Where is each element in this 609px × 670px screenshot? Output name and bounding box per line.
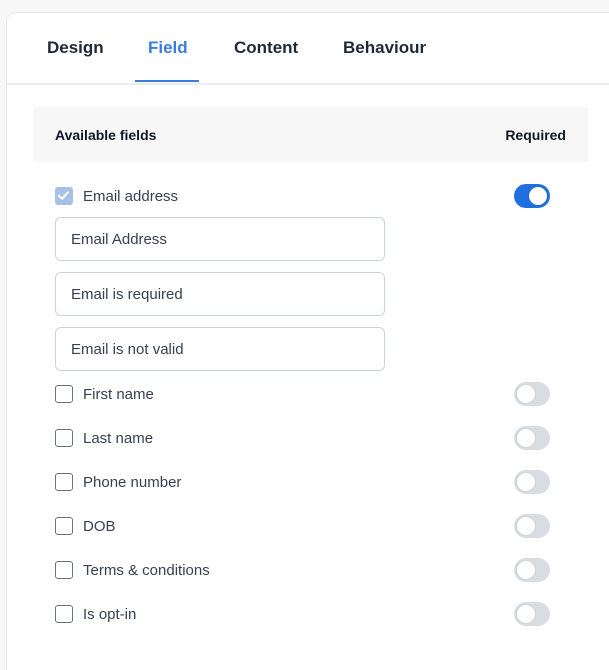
active-tab-indicator <box>135 80 199 82</box>
terms-conditions-label: Terms & conditions <box>83 562 210 579</box>
email-required-message-input[interactable] <box>55 272 385 316</box>
first-name-checkbox[interactable] <box>55 385 73 403</box>
toggle-knob <box>517 473 535 491</box>
field-row-first-name: First name <box>55 382 550 408</box>
first-name-label: First name <box>83 386 154 403</box>
dob-checkbox[interactable] <box>55 517 73 535</box>
fields-table-header: Available fields Required <box>33 107 588 162</box>
opt-in-required-toggle[interactable] <box>514 602 550 626</box>
opt-in-label: Is opt-in <box>83 606 137 623</box>
toggle-knob <box>517 385 535 403</box>
terms-conditions-checkbox[interactable] <box>55 561 73 579</box>
tab-bar: Design Field Content Behaviour <box>7 13 609 85</box>
email-checkbox[interactable] <box>55 187 73 205</box>
field-row-last-name: Last name <box>55 426 550 452</box>
phone-number-checkbox[interactable] <box>55 473 73 491</box>
toggle-knob <box>517 561 535 579</box>
email-required-toggle[interactable] <box>514 184 550 208</box>
terms-conditions-required-toggle[interactable] <box>514 558 550 582</box>
tab-design[interactable]: Design <box>47 37 104 59</box>
toggle-knob <box>517 429 535 447</box>
last-name-label: Last name <box>83 430 154 447</box>
email-invalid-message-input[interactable] <box>55 327 385 371</box>
check-icon <box>58 191 69 200</box>
opt-in-checkbox[interactable] <box>55 605 73 623</box>
last-name-required-toggle[interactable] <box>514 426 550 450</box>
available-fields-heading: Available fields <box>55 127 157 143</box>
settings-panel: Design Field Content Behaviour Available… <box>6 12 609 670</box>
field-row-opt-in: Is opt-in <box>55 602 550 628</box>
field-row-terms-conditions: Terms & conditions <box>55 558 550 584</box>
toggle-knob <box>517 517 535 535</box>
toggle-knob <box>517 605 535 623</box>
first-name-required-toggle[interactable] <box>514 382 550 406</box>
dob-label: DOB <box>83 518 116 535</box>
required-heading: Required <box>505 127 566 143</box>
last-name-checkbox[interactable] <box>55 429 73 447</box>
field-row-email: Email address <box>55 184 550 210</box>
phone-number-label: Phone number <box>83 474 182 491</box>
field-row-dob: DOB <box>55 514 550 540</box>
email-label-input[interactable] <box>55 217 385 261</box>
field-row-phone-number: Phone number <box>55 470 550 496</box>
tab-behaviour[interactable]: Behaviour <box>343 37 426 59</box>
dob-required-toggle[interactable] <box>514 514 550 538</box>
tab-field[interactable]: Field <box>148 37 188 59</box>
phone-number-required-toggle[interactable] <box>514 470 550 494</box>
tab-content[interactable]: Content <box>234 37 298 59</box>
email-label: Email address <box>83 188 179 205</box>
toggle-knob <box>529 187 547 205</box>
